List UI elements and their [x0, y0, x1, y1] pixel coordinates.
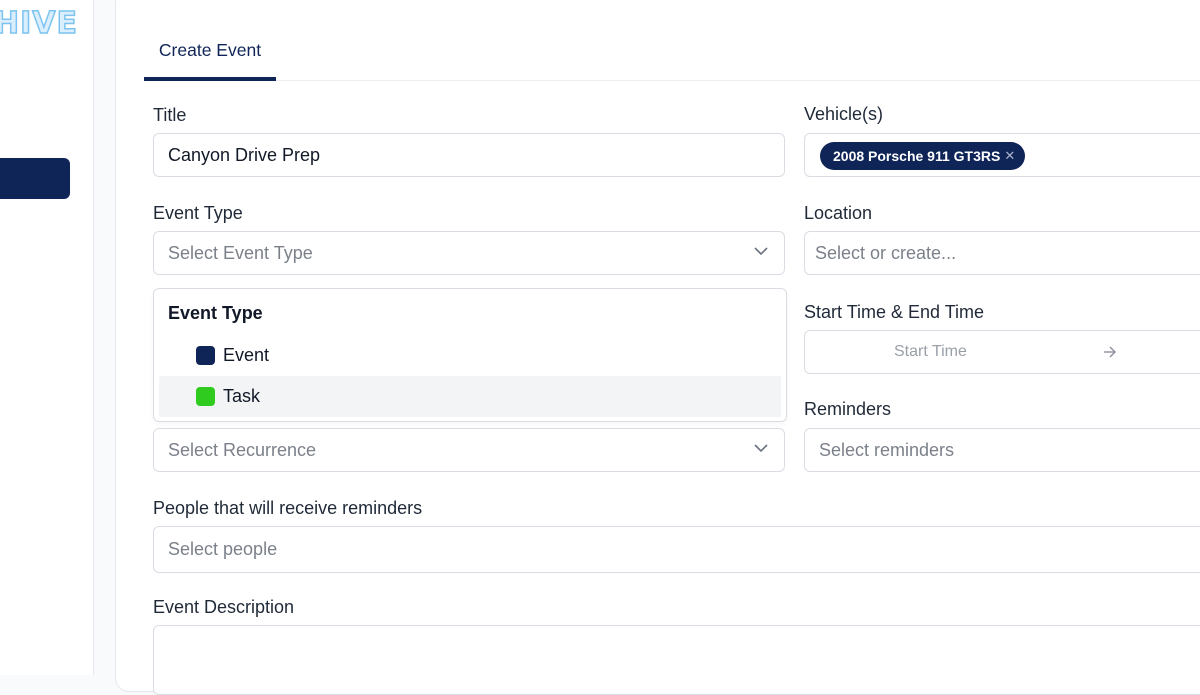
dropdown-heading: Event Type: [168, 303, 263, 323]
title-input-value: Canyon Drive Prep: [168, 145, 321, 165]
start-time-placeholder: Start Time: [894, 343, 967, 360]
sidebar-item-active[interactable]: [0, 158, 70, 199]
description-textarea[interactable]: [153, 625, 1200, 695]
tab-label: Create Event: [158, 40, 262, 60]
time-range-picker[interactable]: Start Time: [804, 330, 1200, 374]
vehicle-chip-label: 2008 Porsche 911 GT3RS: [833, 148, 1001, 164]
event-type-label: Event Type: [153, 203, 243, 223]
description-label: Event Description: [153, 597, 295, 617]
location-input[interactable]: Select or create...: [804, 231, 1200, 275]
option-task[interactable]: Task: [159, 376, 781, 417]
tab-create-event[interactable]: Create Event: [144, 36, 276, 81]
people-select[interactable]: Select people: [153, 526, 1200, 573]
vehicles-label: Vehicle(s): [804, 104, 884, 124]
reminders-select[interactable]: Select reminders: [804, 428, 1200, 472]
title-label: Title: [153, 105, 187, 125]
event-type-placeholder: Select Event Type: [168, 243, 313, 263]
vehicles-select[interactable]: 2008 Porsche 911 GT3RS ✕: [804, 133, 1200, 177]
option-event[interactable]: Event: [159, 335, 781, 376]
location-label: Location: [804, 203, 873, 223]
chevron-down-icon: [754, 247, 768, 255]
option-event-label: Event: [223, 345, 270, 365]
sidebar: HIVE: [0, 0, 94, 675]
time-label: Start Time & End Time: [804, 302, 985, 322]
tab-bar: Create Event: [144, 36, 1200, 81]
recurrence-select[interactable]: Select Recurrence: [153, 428, 785, 472]
chevron-down-icon: [754, 444, 768, 452]
location-placeholder: Select or create...: [815, 243, 957, 263]
active-tab-indicator: [144, 77, 276, 81]
reminders-label: Reminders: [804, 399, 892, 419]
vehicle-chip: 2008 Porsche 911 GT3RS ✕: [820, 142, 1026, 170]
arrow-right-icon: [1104, 346, 1116, 358]
people-placeholder: Select people: [168, 539, 278, 559]
app-logo[interactable]: HIVE: [0, 5, 78, 42]
reminders-placeholder: Select reminders: [819, 440, 955, 460]
recurrence-placeholder: Select Recurrence: [168, 440, 317, 460]
option-task-label: Task: [223, 386, 261, 406]
task-color-swatch: [196, 387, 215, 406]
event-type-select[interactable]: Select Event Type: [153, 231, 785, 275]
event-type-dropdown: Event Type Event Task: [153, 288, 787, 422]
close-icon[interactable]: ✕: [1004, 142, 1015, 170]
people-label: People that will receive reminders: [153, 498, 423, 518]
event-color-swatch: [196, 346, 215, 365]
title-input[interactable]: Canyon Drive Prep: [153, 133, 785, 177]
